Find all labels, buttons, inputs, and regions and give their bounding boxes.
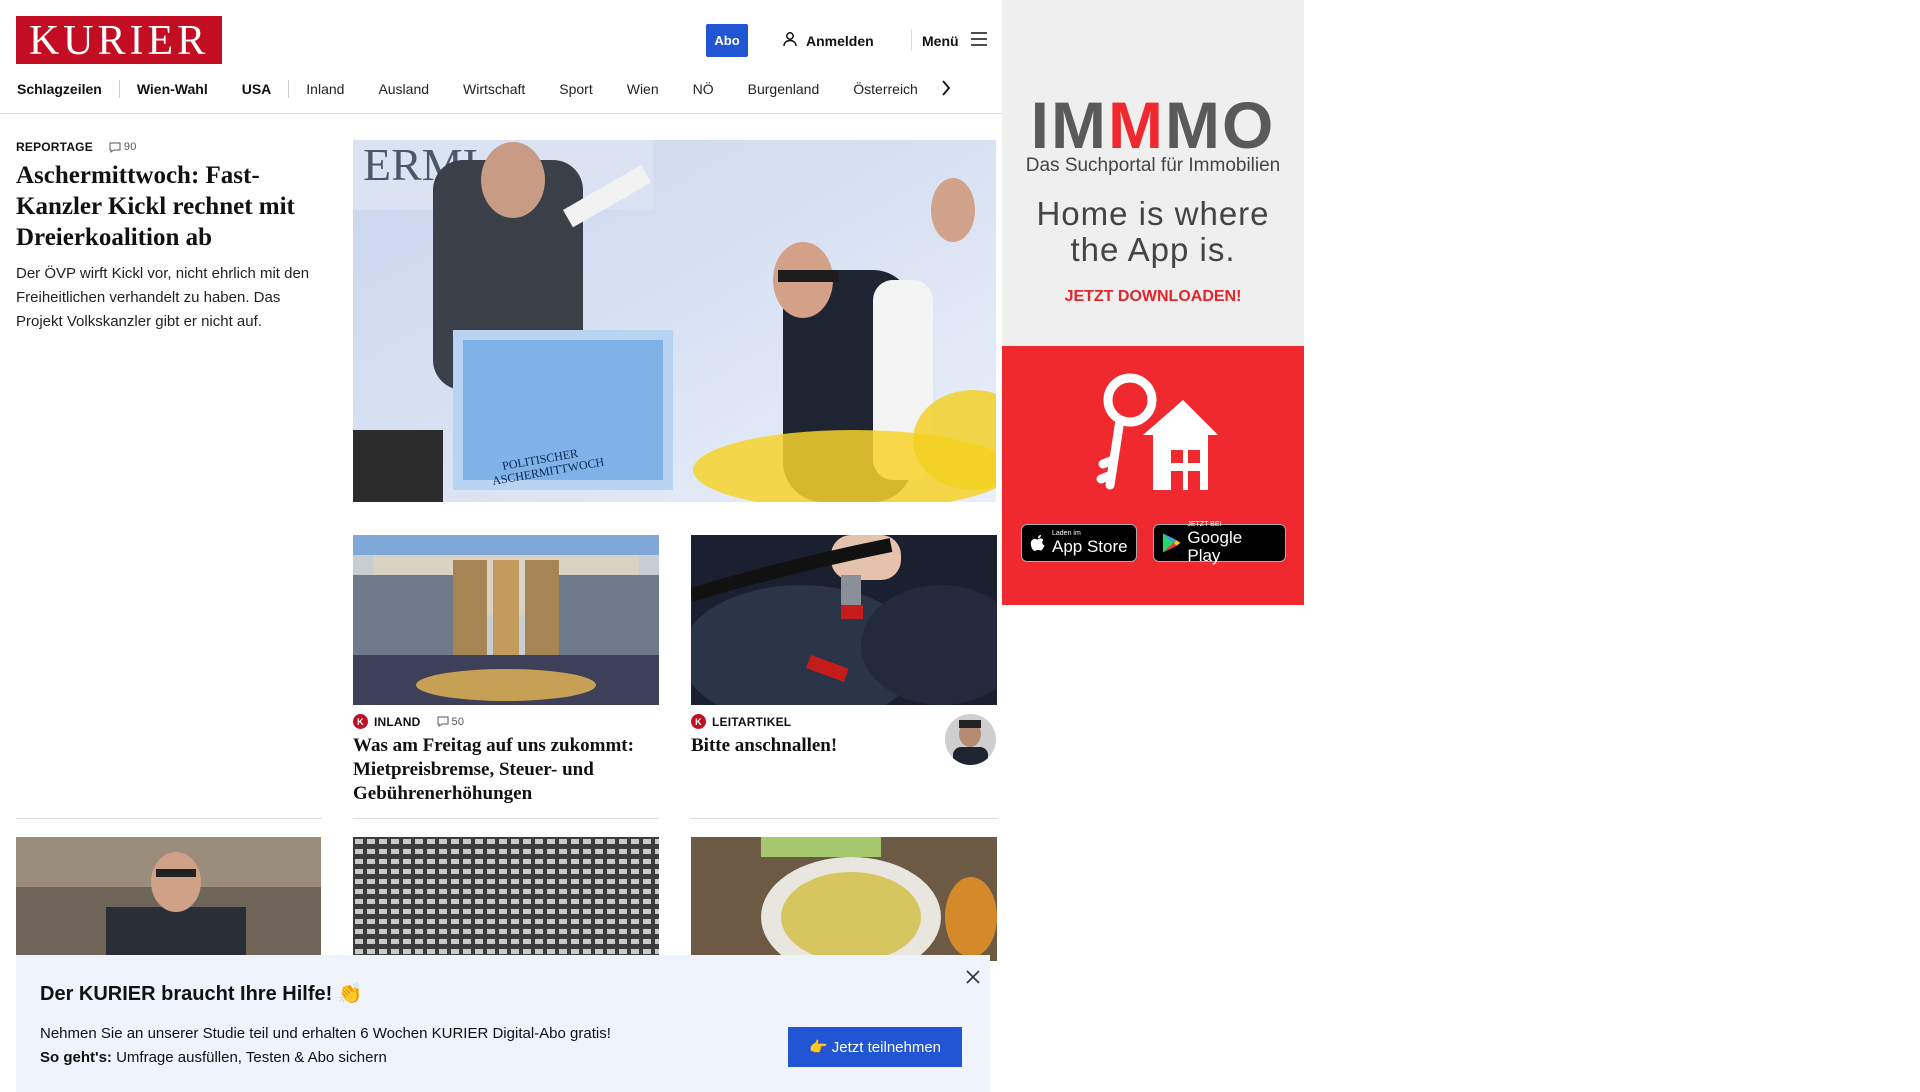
row-divider bbox=[16, 818, 322, 819]
lead-image[interactable]: ERMI POLITISCHER ASCHERMITTWOCH bbox=[353, 140, 996, 502]
nav-bottom-border bbox=[0, 113, 1002, 114]
google-play-large: Google Play bbox=[1187, 528, 1243, 565]
close-icon[interactable] bbox=[965, 969, 981, 985]
card-image-portrait[interactable] bbox=[16, 837, 321, 961]
nav-item-sport[interactable]: Sport bbox=[542, 81, 609, 97]
card-kicker-label: INLAND bbox=[374, 714, 421, 729]
card-image-parking[interactable] bbox=[353, 837, 659, 961]
google-play-icon bbox=[1162, 533, 1181, 553]
nav-item-noe[interactable]: NÖ bbox=[676, 81, 731, 97]
lead-comment-count: 90 bbox=[123, 141, 137, 153]
immmo-brand: IMMMO bbox=[1002, 90, 1304, 160]
brand-prefix: IM bbox=[1030, 88, 1108, 162]
card-headline-leitartikel[interactable]: Bitte anschnallen! bbox=[691, 734, 921, 758]
brand-suffix: MO bbox=[1164, 88, 1276, 162]
immmo-ad-app-section[interactable]: Laden im App Store JETZT BEI Google Play bbox=[1002, 346, 1304, 605]
app-store-large: App Store bbox=[1052, 537, 1128, 556]
ad-slogan: Home is where the App is. bbox=[1002, 196, 1304, 268]
login-label: Anmelden bbox=[806, 32, 874, 49]
login-button[interactable]: Anmelden bbox=[782, 24, 874, 57]
survey-howto-label: So geht's: bbox=[40, 1049, 112, 1066]
survey-text: Nehmen Sie an unserer Studie teil und er… bbox=[40, 1025, 611, 1042]
nav-item-wien[interactable]: Wien bbox=[610, 81, 676, 97]
nav-item-usa[interactable]: USA bbox=[225, 81, 289, 97]
header-divider bbox=[911, 29, 912, 51]
nav-item-schlagzeilen[interactable]: Schlagzeilen bbox=[16, 81, 119, 97]
survey-title: Der KURIER braucht Ihre Hilfe! 👏 bbox=[40, 983, 363, 1005]
nav-scroll-right-icon[interactable] bbox=[941, 79, 951, 99]
nav-item-wirtschaft[interactable]: Wirtschaft bbox=[446, 81, 542, 97]
survey-howto-text: Umfrage ausfüllen, Testen & Abo sichern bbox=[116, 1049, 387, 1066]
nav-item-inland[interactable]: Inland bbox=[289, 81, 361, 97]
lead-comments[interactable]: 90 bbox=[109, 141, 137, 153]
card-image-soup[interactable] bbox=[691, 837, 997, 961]
nav-item-oesterreich[interactable]: Österreich bbox=[836, 81, 935, 97]
survey-howto: So geht's: Umfrage ausfüllen, Testen & A… bbox=[40, 1049, 387, 1066]
card-image-parliament[interactable] bbox=[353, 535, 659, 705]
card-image-seatbelt[interactable] bbox=[691, 535, 997, 705]
survey-banner: Der KURIER braucht Ihre Hilfe! 👏 Nehmen … bbox=[16, 955, 990, 1092]
nav-item-ausland[interactable]: Ausland bbox=[361, 81, 446, 97]
card-headline-inland[interactable]: Was am Freitag auf uns zukommt: Mietprei… bbox=[353, 734, 663, 806]
comment-icon bbox=[109, 142, 121, 153]
menu-button[interactable]: Menü bbox=[922, 24, 987, 57]
nav-item-wien-wahl[interactable]: Wien-Wahl bbox=[120, 81, 225, 97]
google-play-button[interactable]: JETZT BEI Google Play bbox=[1153, 521, 1286, 565]
lead-kicker-label: REPORTAGE bbox=[16, 140, 93, 154]
main-navigation: Schlagzeilen Wien-Wahl USA Inland Auslan… bbox=[16, 78, 992, 100]
comment-icon bbox=[437, 716, 449, 727]
card-kicker-label: LEITARTIKEL bbox=[712, 714, 792, 729]
apple-icon bbox=[1030, 535, 1045, 551]
card-kicker-leitartikel: K LEITARTIKEL bbox=[691, 714, 791, 729]
app-store-button[interactable]: Laden im App Store bbox=[1021, 524, 1137, 562]
author-avatar[interactable] bbox=[945, 714, 996, 765]
menu-label: Menü bbox=[922, 32, 959, 49]
row-divider bbox=[691, 818, 997, 819]
card-comment-count: 50 bbox=[451, 715, 465, 728]
hamburger-icon bbox=[970, 32, 987, 49]
lead-kicker: REPORTAGE 90 bbox=[16, 140, 137, 154]
house-key-icon bbox=[1088, 370, 1218, 495]
brand-accent: M bbox=[1108, 88, 1165, 162]
kurier-badge-icon: K bbox=[353, 714, 368, 729]
kurier-logo[interactable]: KURIER bbox=[16, 16, 222, 64]
ad-cta[interactable]: JETZT DOWNLOADEN! bbox=[1002, 288, 1304, 306]
ad-slogan-line-1: Home is where bbox=[1036, 195, 1270, 232]
card-comments[interactable]: 50 bbox=[437, 716, 465, 728]
nav-item-burgenland[interactable]: Burgenland bbox=[731, 81, 837, 97]
abo-button[interactable]: Abo bbox=[706, 24, 748, 57]
lead-teaser: Der ÖVP wirft Kickl vor, nicht ehrlich m… bbox=[16, 265, 310, 330]
row-divider bbox=[353, 818, 659, 819]
card-kicker-inland: K INLAND 50 bbox=[353, 714, 464, 729]
lead-headline[interactable]: Aschermittwoch: Fast-Kanzler Kickl rechn… bbox=[16, 160, 326, 253]
user-icon bbox=[782, 31, 798, 50]
ad-slogan-line-2: the App is. bbox=[1070, 231, 1236, 268]
kurier-badge-icon: K bbox=[691, 714, 706, 729]
ad-tagline: Das Suchportal für Immobilien bbox=[1025, 155, 1281, 176]
join-survey-button[interactable]: 👉 Jetzt teilnehmen bbox=[788, 1027, 962, 1067]
